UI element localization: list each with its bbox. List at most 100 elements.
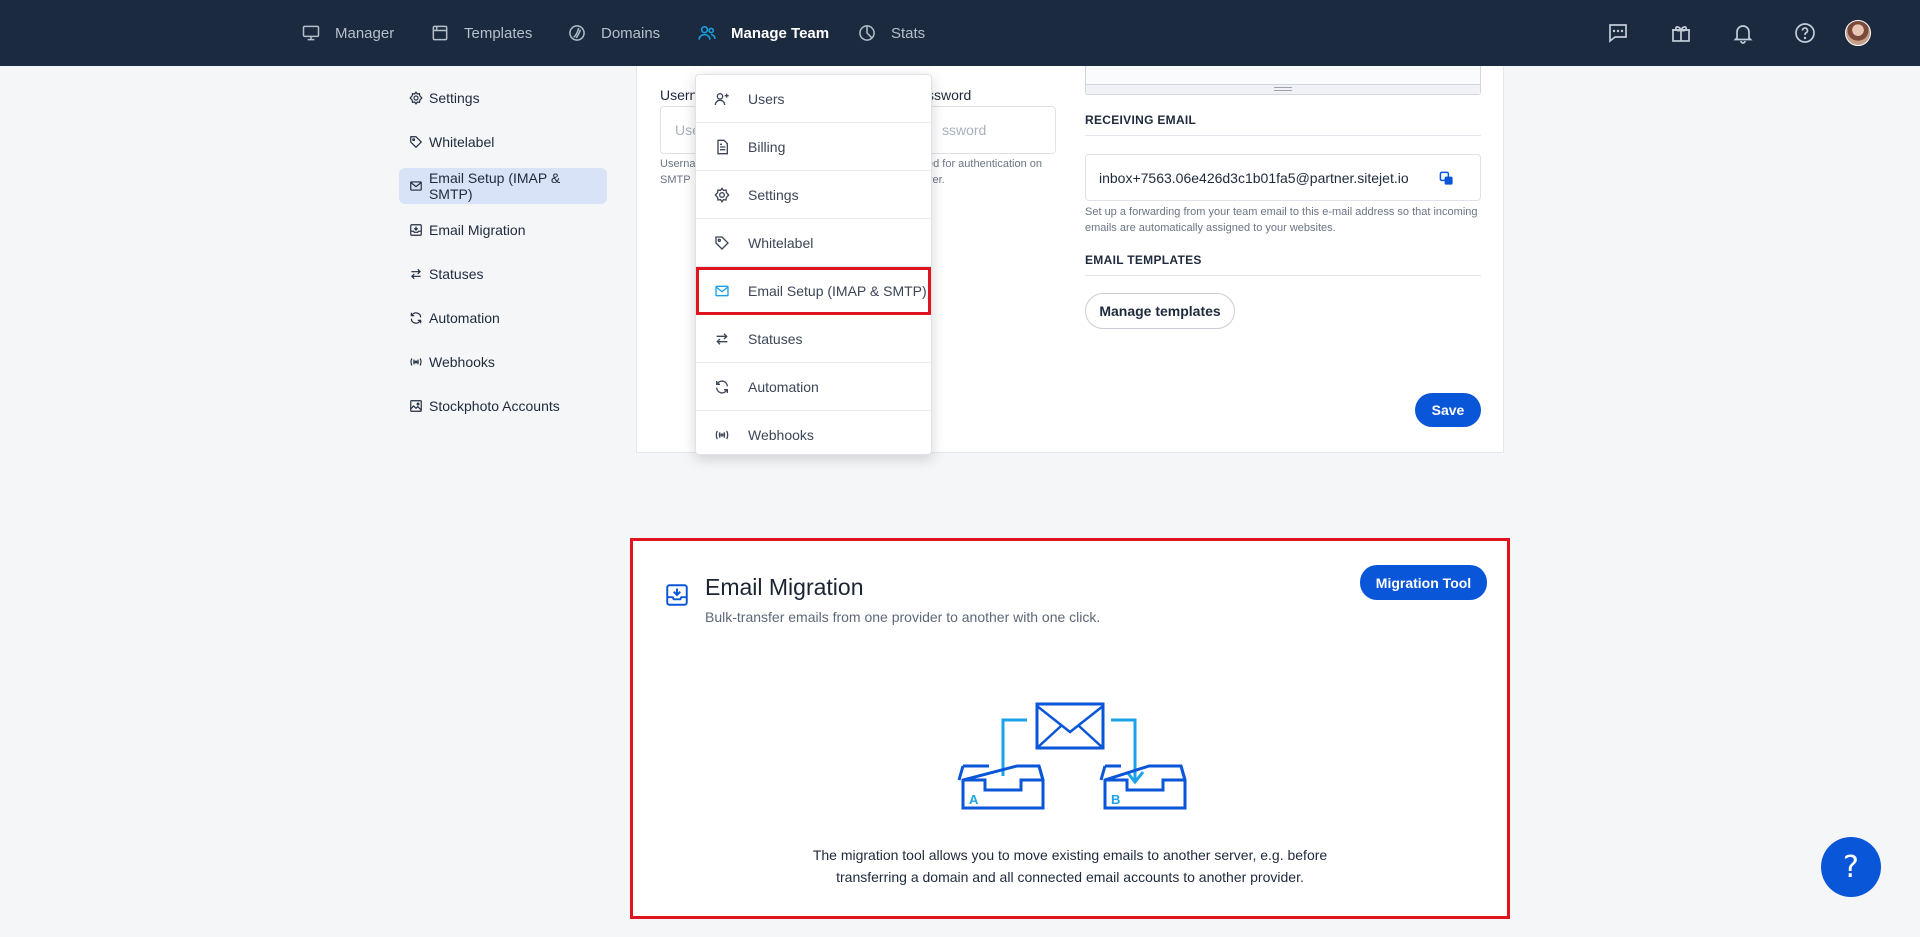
swap-arrows-icon — [716, 332, 728, 345]
webhook-icon — [715, 430, 729, 440]
grip-lines — [1274, 87, 1292, 91]
refresh-icon — [716, 379, 728, 394]
domain-globe-icon — [569, 25, 585, 41]
email-migration-description: The migration tool allows you to move ex… — [633, 844, 1507, 888]
nav-manager[interactable]: Manager — [301, 0, 394, 66]
document-icon — [717, 139, 728, 154]
sidebar-item-label: Whitelabel — [429, 134, 495, 150]
dropdown-item-email-setup[interactable]: Email Setup (IMAP & SMTP) — [696, 267, 931, 315]
help-chat-button[interactable]: ? — [1821, 837, 1881, 897]
sidebar-item-whitelabel[interactable]: Whitelabel — [399, 124, 607, 160]
signature-editor-resize[interactable] — [1085, 66, 1481, 95]
sidebar-item-label: Stockphoto Accounts — [429, 398, 560, 414]
email-templates-title: EMAIL TEMPLATES — [1085, 253, 1202, 267]
dropdown-item-label: Webhooks — [748, 427, 814, 443]
tray-a-label: A — [969, 792, 979, 807]
dropdown-item-label: Users — [748, 90, 785, 107]
sidebar-item-settings[interactable]: Settings — [399, 80, 607, 116]
migration-tool-button[interactable]: Migration Tool — [1360, 565, 1487, 600]
dropdown-item-label: Automation — [748, 378, 819, 395]
image-icon — [410, 400, 422, 412]
username-label: Usern — [660, 87, 698, 103]
sidebar-item-statuses[interactable]: Statuses — [399, 256, 607, 292]
sidebar-item-label: Statuses — [429, 266, 484, 282]
inbox-download-icon — [666, 584, 688, 606]
description-line: The migration tool allows you to move ex… — [812, 847, 1328, 863]
swap-arrows-icon — [411, 268, 421, 280]
dropdown-item-users[interactable]: Users — [696, 75, 931, 123]
nav-stats[interactable]: Stats — [857, 0, 925, 66]
receiving-email-field: inbox+7563.06e426d3c1b01fa5@partner.site… — [1085, 154, 1481, 201]
section-divider — [1085, 275, 1481, 276]
sidebar-item-webhooks[interactable]: Webhooks — [399, 344, 607, 380]
sidebar-item-label: Settings — [429, 90, 480, 106]
sidebar-item-label: Email Migration — [429, 222, 526, 238]
browser-window-icon — [432, 25, 448, 41]
users-icon — [698, 26, 716, 40]
tag-icon — [715, 235, 729, 250]
sidebar-item-label: Webhooks — [429, 354, 495, 370]
user-plus-icon — [714, 92, 729, 105]
sidebar-item-automation[interactable]: Automation — [399, 300, 607, 336]
dropdown-item-label: Settings — [748, 186, 799, 203]
chat-icon[interactable] — [1606, 21, 1630, 45]
inbox-download-icon — [410, 224, 422, 236]
gear-icon — [714, 186, 730, 203]
top-navigation-bar: Manager Templates Domains Manage Team St… — [0, 0, 1920, 66]
dropdown-item-billing[interactable]: Billing — [696, 123, 931, 171]
password-placeholder: ssword — [942, 122, 987, 138]
email-migration-subtitle: Bulk-transfer emails from one provider t… — [705, 609, 1101, 625]
dropdown-item-statuses[interactable]: Statuses — [696, 315, 931, 363]
monitor-icon — [302, 25, 320, 41]
sidebar-item-label: Email Setup (IMAP & SMTP) — [428, 170, 561, 202]
refresh-icon — [410, 312, 422, 324]
dropdown-item-label: Email Setup (IMAP & SMTP) — [748, 282, 927, 299]
password-label: ssword — [927, 87, 972, 103]
dropdown-item-label: Billing — [748, 138, 786, 155]
email-migration-section: Email Migration Bulk-transfer emails fro… — [630, 538, 1510, 919]
mail-icon — [410, 181, 422, 191]
tray-b-label: B — [1111, 792, 1120, 807]
smtp-hint-line2-left: SMTP — [660, 174, 691, 186]
bell-icon[interactable] — [1731, 21, 1755, 45]
nav-manager-label: Manager — [335, 24, 395, 42]
email-migration-illustration: A B — [957, 702, 1187, 810]
sidebar-item-stockphoto-accounts[interactable]: Stockphoto Accounts — [399, 388, 607, 424]
receiving-email-title: RECEIVING EMAIL — [1085, 113, 1197, 127]
nav-manage-team[interactable]: Manage Team — [697, 0, 829, 66]
nav-domains-label: Domains — [601, 24, 661, 42]
receiving-email-address: inbox+7563.06e426d3c1b01fa5@partner.site… — [1099, 169, 1409, 186]
dropdown-item-automation[interactable]: Automation — [696, 363, 931, 411]
sidebar-item-label: Automation — [429, 310, 500, 326]
nav-stats-label: Stats — [891, 24, 926, 42]
webhook-icon — [410, 358, 422, 366]
nav-templates[interactable]: Templates — [430, 0, 532, 66]
gear-icon — [409, 91, 423, 105]
copy-icon[interactable] — [1439, 171, 1454, 186]
dropdown-item-settings[interactable]: Settings — [696, 171, 931, 219]
dropdown-item-whitelabel[interactable]: Whitelabel — [696, 219, 931, 267]
nav-domains[interactable]: Domains — [567, 0, 660, 66]
password-input[interactable]: ssword — [927, 106, 1056, 154]
pie-chart-icon — [859, 25, 875, 41]
avatar[interactable] — [1845, 20, 1871, 46]
dropdown-item-webhooks[interactable]: Webhooks — [696, 411, 931, 459]
tag-icon — [410, 136, 423, 149]
nav-manage-team-label: Manage Team — [731, 24, 830, 42]
sidebar-item-email-migration[interactable]: Email Migration — [399, 212, 607, 248]
section-divider — [1085, 135, 1481, 136]
resize-handle[interactable] — [1086, 84, 1480, 94]
email-migration-title: Email Migration — [705, 574, 864, 600]
manage-templates-button[interactable]: Manage templates — [1085, 293, 1235, 329]
description-line: transferring a domain and all connected … — [836, 869, 1304, 885]
dropdown-item-label: Whitelabel — [748, 234, 814, 251]
help-circle-icon[interactable] — [1793, 21, 1817, 45]
dropdown-item-label: Statuses — [748, 330, 803, 347]
save-button[interactable]: Save — [1415, 393, 1481, 427]
sidebar-item-email-setup[interactable]: Email Setup (IMAP & SMTP) — [399, 168, 607, 204]
receiving-email-hint: Set up a forwarding from your team email… — [1085, 206, 1478, 234]
smtp-hint-line1-left: Userna — [660, 158, 696, 170]
smtp-hint-line1-right: ed for authentication on — [927, 158, 1042, 170]
mail-icon — [715, 285, 729, 296]
gift-icon[interactable] — [1669, 21, 1693, 45]
